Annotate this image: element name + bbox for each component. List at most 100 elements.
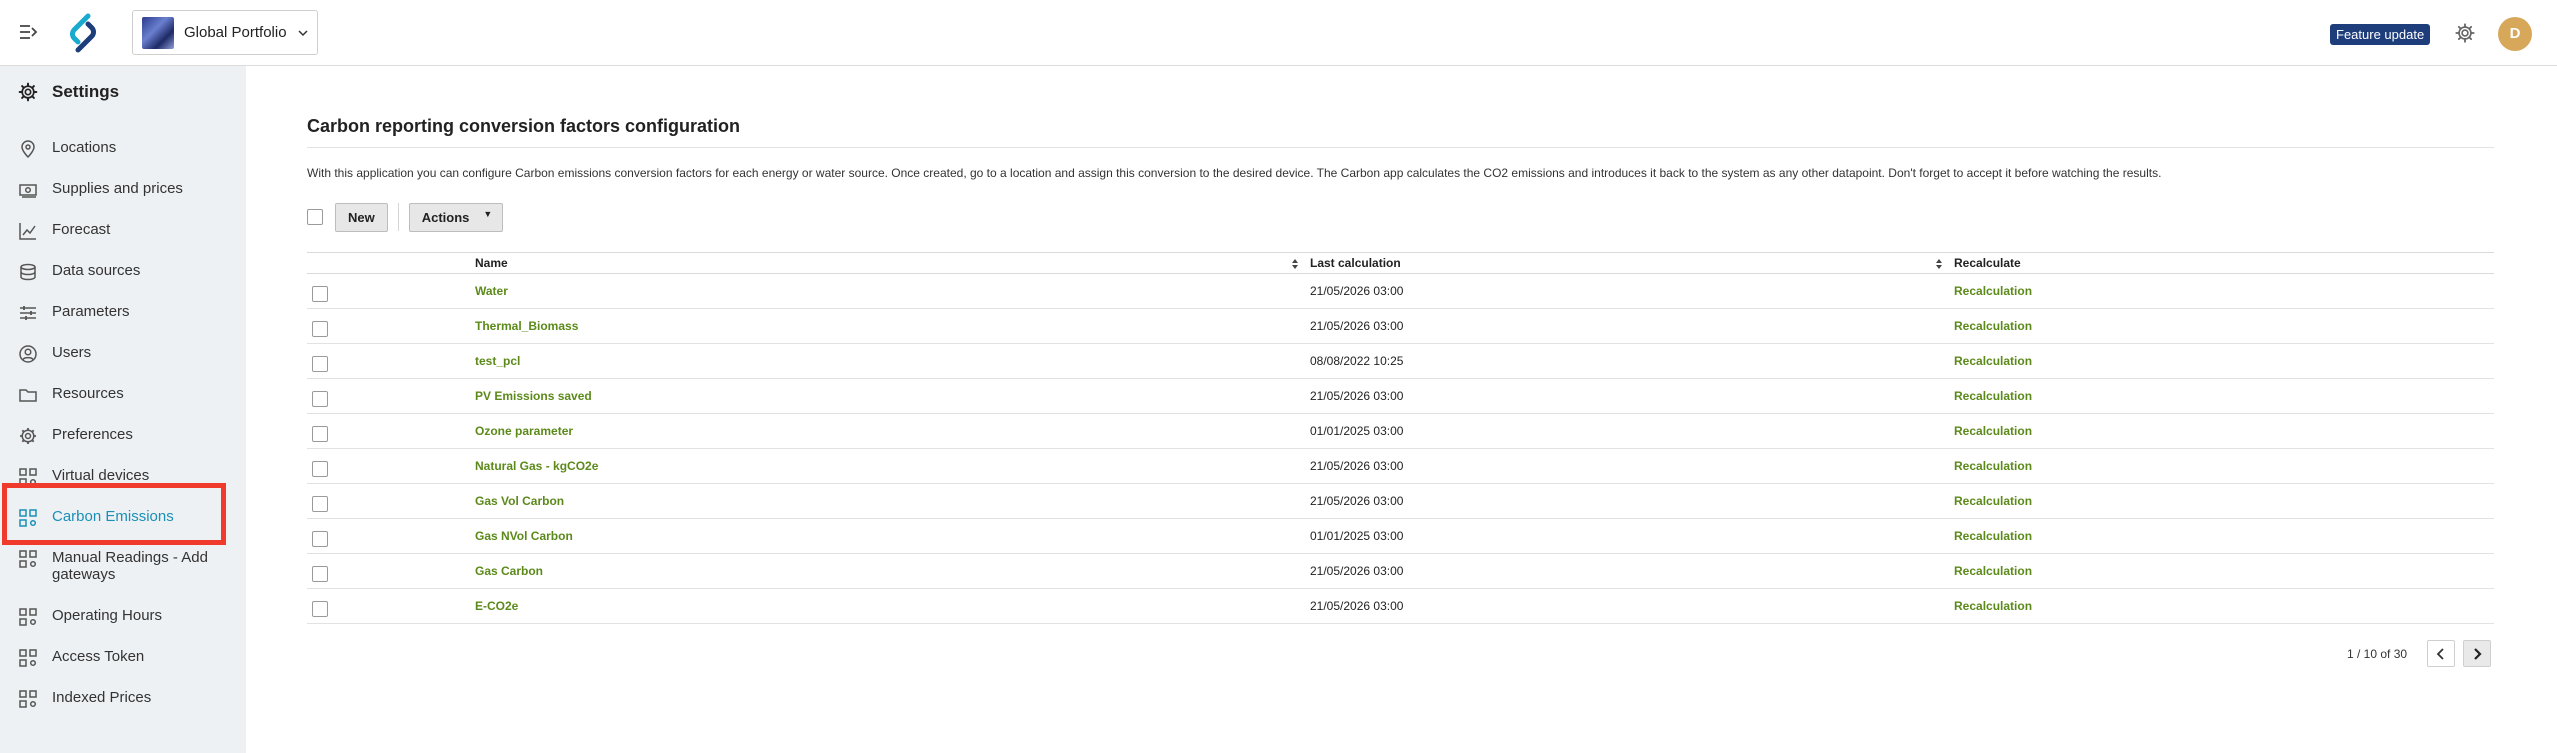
row-checkbox[interactable]: [312, 391, 328, 407]
next-page-button[interactable]: [2463, 640, 2492, 667]
row-name-link[interactable]: Thermal_Biomass: [475, 319, 578, 333]
sidebar-item-label: Resources: [52, 385, 124, 402]
page-description: With this application you can configure …: [307, 166, 2162, 180]
sidebar-item-label: Forecast: [52, 221, 111, 238]
database-icon: [20, 263, 36, 281]
caret-down-icon: ▼: [483, 209, 493, 219]
actions-dropdown-button[interactable]: Actions ▼: [408, 202, 504, 232]
location-pin-icon: [21, 140, 35, 159]
divider: [307, 147, 2494, 148]
row-name-link[interactable]: Water: [475, 284, 508, 298]
row-last-calculation: 01/01/2025 03:00: [1310, 424, 1404, 438]
pagination-text: 1 / 10 of 30: [2347, 646, 2408, 661]
sidebar-item-label: Data sources: [52, 262, 141, 279]
row-checkbox[interactable]: [312, 321, 328, 337]
settings-sidebar: Settings Locations Supplies and prices F…: [0, 66, 246, 753]
row-checkbox[interactable]: [312, 601, 328, 617]
gear-icon: [20, 428, 36, 444]
row-checkbox[interactable]: [312, 356, 328, 372]
row-checkbox[interactable]: [312, 531, 328, 547]
row-last-calculation: 08/08/2022 10:25: [1310, 354, 1404, 368]
recalculation-link[interactable]: Recalculation: [1954, 494, 2032, 508]
row-name-link[interactable]: Natural Gas - kgCO2e: [475, 459, 598, 473]
row-last-calculation: 21/05/2026 03:00: [1310, 319, 1404, 333]
table-row: Natural Gas - kgCO2e 21/05/2026 03:00 Re…: [307, 449, 2494, 484]
expand-menu-icon[interactable]: [18, 22, 40, 42]
sort-icon[interactable]: [1935, 258, 1943, 270]
row-name-link[interactable]: Gas Vol Carbon: [475, 494, 564, 508]
row-name-link[interactable]: E-CO2e: [475, 599, 518, 613]
row-last-calculation: 01/01/2025 03:00: [1310, 529, 1404, 543]
row-name-link[interactable]: Gas NVol Carbon: [475, 529, 573, 543]
page-title: Carbon reporting conversion factors conf…: [307, 116, 741, 136]
column-header-last-calculation[interactable]: Last calculation: [1310, 256, 1401, 270]
sidebar-title-label: Settings: [52, 82, 120, 101]
previous-page-button[interactable]: [2427, 640, 2456, 667]
sidebar-item-label: Carbon Emissions: [52, 508, 174, 525]
user-circle-icon: [19, 345, 37, 363]
row-checkbox[interactable]: [312, 426, 328, 442]
conversion-factors-table: Name Last calculation Recalculate Water …: [307, 252, 2494, 624]
chevron-left-icon: [2436, 647, 2444, 660]
apps-gear-icon: [19, 468, 37, 486]
money-icon: [19, 184, 37, 198]
app-logo-icon[interactable]: [60, 10, 106, 56]
toolbar-divider: [397, 203, 399, 231]
sidebar-item-label: Operating Hours: [52, 607, 163, 624]
recalculation-link[interactable]: Recalculation: [1954, 564, 2032, 578]
table-header: Name Last calculation Recalculate: [307, 252, 2494, 274]
row-last-calculation: 21/05/2026 03:00: [1310, 284, 1404, 298]
portfolio-label: Global Portfolio: [184, 24, 287, 41]
recalculation-link[interactable]: Recalculation: [1954, 354, 2032, 368]
new-button[interactable]: New: [335, 202, 388, 232]
sidebar-item-label: Parameters: [52, 303, 130, 320]
sidebar-title: Settings: [18, 82, 119, 102]
row-last-calculation: 21/05/2026 03:00: [1310, 564, 1404, 578]
chevron-down-icon: [298, 29, 308, 36]
row-checkbox[interactable]: [312, 496, 328, 512]
folder-icon: [19, 389, 37, 402]
row-checkbox[interactable]: [312, 286, 328, 302]
row-last-calculation: 21/05/2026 03:00: [1310, 459, 1404, 473]
sort-icon[interactable]: [1291, 258, 1299, 270]
gear-icon: [18, 82, 38, 102]
table-row: Gas Carbon 21/05/2026 03:00 Recalculatio…: [307, 554, 2494, 589]
row-checkbox[interactable]: [312, 566, 328, 582]
portfolio-selector[interactable]: Global Portfolio: [132, 10, 318, 55]
chart-icon: [19, 223, 36, 240]
actions-label: Actions: [421, 209, 470, 225]
recalculation-link[interactable]: Recalculation: [1954, 424, 2032, 438]
row-name-link[interactable]: PV Emissions saved: [475, 389, 592, 403]
row-name-link[interactable]: test_pcl: [475, 354, 520, 368]
recalculation-link[interactable]: Recalculation: [1954, 459, 2032, 473]
pagination: 1 / 10 of 30: [2347, 640, 2492, 667]
row-checkbox[interactable]: [312, 461, 328, 477]
recalculation-link[interactable]: Recalculation: [1954, 284, 2032, 298]
row-last-calculation: 21/05/2026 03:00: [1310, 494, 1404, 508]
feature-update-badge[interactable]: Feature update: [2330, 24, 2431, 45]
table-row: test_pcl 08/08/2022 10:25 Recalculation: [307, 344, 2494, 379]
sidebar-item-label: Users: [52, 344, 92, 361]
sidebar-item-label: Preferences: [52, 426, 133, 443]
table-row: PV Emissions saved 21/05/2026 03:00 Reca…: [307, 379, 2494, 414]
table-row: Water 21/05/2026 03:00 Recalculation: [307, 274, 2494, 309]
row-name-link[interactable]: Gas Carbon: [475, 564, 543, 578]
sidebar-item-label: Access Token: [52, 648, 145, 665]
apps-gear-icon: [19, 690, 37, 708]
recalculation-link[interactable]: Recalculation: [1954, 319, 2032, 333]
column-header-name[interactable]: Name: [475, 256, 508, 270]
recalculation-link[interactable]: Recalculation: [1954, 529, 2032, 543]
sidebar-item-label: Manual Readings - Add gateways: [52, 549, 208, 583]
recalculation-link[interactable]: Recalculation: [1954, 389, 2032, 403]
recalculation-link[interactable]: Recalculation: [1954, 599, 2032, 613]
table-row: Ozone parameter 01/01/2025 03:00 Recalcu…: [307, 414, 2494, 449]
user-avatar[interactable]: D: [2498, 17, 2532, 51]
sidebar-item-label: Virtual devices: [52, 467, 150, 484]
top-bar: Global Portfolio Feature update D: [0, 0, 2557, 66]
gear-icon[interactable]: [2454, 22, 2476, 44]
row-name-link[interactable]: Ozone parameter: [475, 424, 573, 438]
toolbar: New Actions ▼: [307, 202, 504, 232]
apps-gear-icon: [19, 649, 37, 667]
apps-gear-icon: [19, 608, 37, 626]
select-all-checkbox[interactable]: [307, 209, 323, 225]
